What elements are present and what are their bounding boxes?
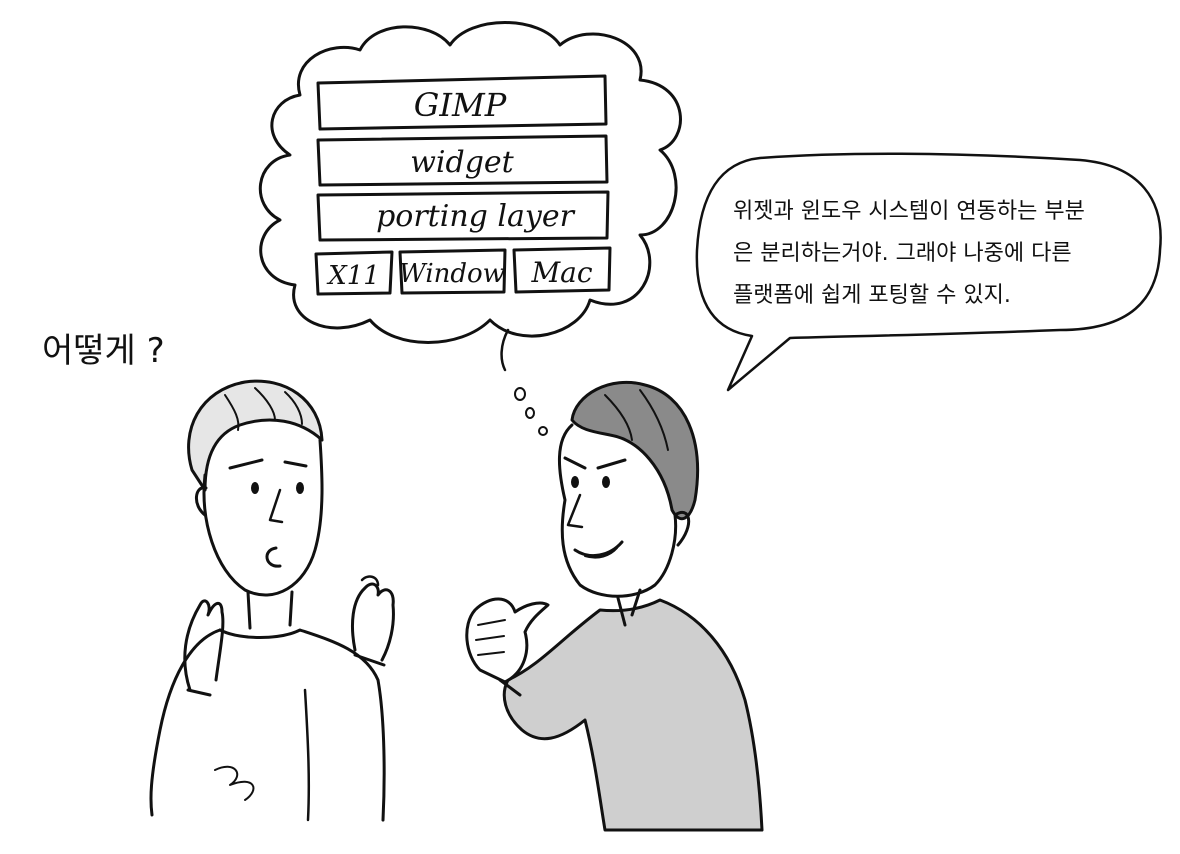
thought-bubble-3 <box>538 426 548 436</box>
layer-widget: widget <box>316 134 609 187</box>
comic-illustration: GIMP widget porting layer X11 Window Mac… <box>42 21 1162 832</box>
left-person-eye <box>251 482 259 494</box>
backend-x11: X11 <box>314 250 394 296</box>
layer-diagram: GIMP widget porting layer X11 Window Mac <box>314 74 612 296</box>
comic-panel: GIMP widget porting layer X11 Window Mac… <box>0 0 1180 854</box>
backend-window-label: Window <box>399 259 505 289</box>
left-person-right-hand <box>350 582 395 662</box>
left-person-shirt <box>218 628 386 822</box>
left-person-face <box>202 438 324 597</box>
backend-mac-label: Mac <box>530 256 592 289</box>
layer-gimp-label: GIMP <box>414 86 507 124</box>
layer-widget-label: widget <box>410 145 514 180</box>
right-person-eye <box>602 476 610 488</box>
backend-x11-label: X11 <box>326 261 380 291</box>
speech-line-1: 위젯과 윈도우 시스템이 연동하는 부분 <box>733 199 1085 224</box>
right-person-hair <box>570 380 700 521</box>
right-person-shirt <box>502 598 764 832</box>
left-person-hair <box>187 379 324 492</box>
left-person-eye <box>296 482 304 494</box>
right-person <box>465 380 764 832</box>
speech-line-3: 플랫폼에 쉽게 포팅할 수 있지. <box>733 283 1011 308</box>
thought-bubble-2 <box>525 407 535 419</box>
layer-porting: porting layer <box>316 190 610 242</box>
backend-mac: Mac <box>512 246 612 294</box>
speech-line-2: 은 분리하는거야. 그래야 나중에 다른 <box>733 241 1072 266</box>
layer-gimp: GIMP <box>316 74 608 131</box>
layer-porting-label: porting layer <box>376 199 576 234</box>
backend-window: Window <box>398 248 507 295</box>
speech-bubble: 위젯과 윈도우 시스템이 연동하는 부분 은 분리하는거야. 그래야 나중에 다… <box>695 152 1162 392</box>
left-person-question: 어떻게 ? <box>42 331 165 371</box>
thought-bubble-1 <box>514 387 526 401</box>
left-person <box>149 379 395 822</box>
left-person-left-hand <box>183 599 225 692</box>
right-person-eye <box>571 476 579 488</box>
